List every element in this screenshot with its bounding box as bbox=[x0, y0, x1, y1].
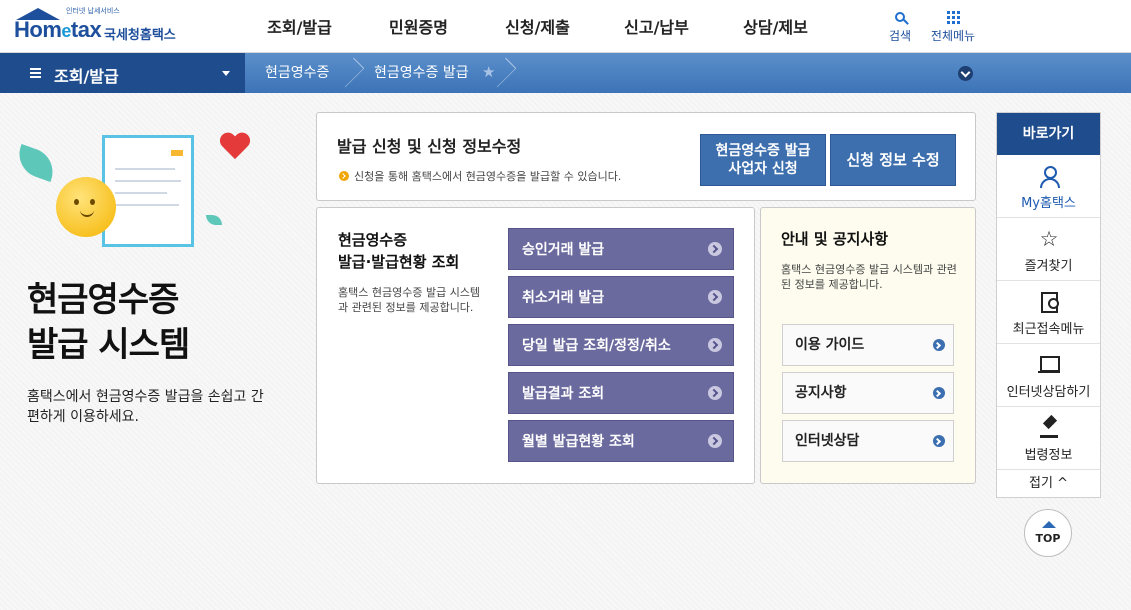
cancel-issue-button[interactable]: 취소거래 발급 bbox=[508, 276, 734, 318]
heart-decoration bbox=[220, 133, 250, 163]
issue-panel-title: 현금영수증 발급·발급현황 조회 bbox=[338, 231, 460, 271]
same-day-inquiry-button[interactable]: 당일 발급 조회/정정/취소 bbox=[508, 324, 734, 366]
recent-document-icon bbox=[1039, 292, 1059, 313]
quick-favorites-label: 즐겨찾기 bbox=[1024, 259, 1073, 274]
arrow-right-icon bbox=[708, 242, 722, 256]
search-label: 검색 bbox=[888, 29, 912, 43]
quick-my-hometax[interactable]: My홈택스 bbox=[997, 155, 1100, 218]
edit-application-button[interactable]: 신청 정보 수정 bbox=[830, 134, 956, 186]
page-title: 현금영수증 발급 시스템 bbox=[27, 280, 190, 365]
logo-subtitle: 인터넷 납세서비스 bbox=[66, 7, 120, 15]
receipt-document-image bbox=[102, 135, 194, 247]
location-bar: 조회/발급 현금영수증 현금영수증 발급 ★ bbox=[0, 53, 1131, 93]
apply-issuer-button[interactable]: 현금영수증 발급 사업자 신청 bbox=[700, 134, 826, 186]
breadcrumb-separator-icon bbox=[496, 53, 508, 93]
quick-recent-menu-label: 최근접속메뉴 bbox=[1012, 322, 1085, 337]
cancel-issue-label: 취소거래 발급 bbox=[522, 290, 605, 306]
approved-issue-button[interactable]: 승인거래 발급 bbox=[508, 228, 734, 270]
nav-consult-report[interactable]: 상담/제보 bbox=[716, 0, 835, 53]
quick-law-info[interactable]: 법령정보 bbox=[997, 407, 1100, 470]
nav-certificates[interactable]: 민원증명 bbox=[359, 0, 478, 53]
logo-korean: 국세청홈택스 bbox=[104, 28, 176, 43]
leaf-decoration bbox=[12, 143, 60, 183]
user-guide-button[interactable]: 이용 가이드 bbox=[782, 324, 954, 366]
apply-panel-note: 신청을 통해 홈택스에서 현금영수증을 발급할 수 있습니다. bbox=[339, 168, 621, 184]
nav-inquiry-issue[interactable]: 조회/발급 bbox=[240, 0, 359, 53]
page-description: 홈택스에서 현금영수증 발급을 손쉽고 간편하게 이용하세요. bbox=[27, 389, 264, 425]
arrow-right-icon bbox=[933, 435, 945, 447]
logo-wordmark: Hometax bbox=[14, 17, 102, 43]
quick-menu-title: 바로가기 bbox=[997, 113, 1100, 155]
user-guide-label: 이용 가이드 bbox=[795, 337, 865, 353]
smiley-face-image bbox=[56, 177, 116, 237]
breadcrumb-cash-receipt-issue[interactable]: 현금영수증 발급 bbox=[374, 53, 469, 93]
logo-wordmark-end: tax bbox=[70, 17, 102, 42]
all-menu-button[interactable]: 전체메뉴 bbox=[926, 7, 980, 44]
issue-panel-description: 홈택스 현금영수증 발급 시스템과 관련된 정보를 제공합니다. bbox=[338, 286, 481, 314]
quick-recent-menu[interactable]: 최근접속메뉴 bbox=[997, 281, 1100, 344]
notices-button[interactable]: 공지사항 bbox=[782, 372, 954, 414]
search-icon bbox=[895, 12, 905, 22]
logo-wordmark-e: e bbox=[61, 21, 71, 41]
expand-chevron-icon[interactable] bbox=[958, 66, 973, 81]
scroll-top-label: TOP bbox=[1035, 532, 1061, 545]
star-icon: ☆ bbox=[1039, 227, 1059, 251]
search-button[interactable]: 검색 bbox=[885, 7, 915, 44]
top-header: 인터넷 납세서비스 Hometax 국세청홈택스 조회/발급 민원증명 신청/제… bbox=[0, 0, 1131, 53]
all-menu-label: 전체메뉴 bbox=[930, 29, 976, 43]
online-consult-label: 인터넷상담 bbox=[795, 433, 860, 449]
caret-down-icon bbox=[222, 71, 230, 76]
quick-online-consult[interactable]: 인터넷상담하기 bbox=[997, 344, 1100, 407]
info-bullet-icon bbox=[339, 171, 349, 181]
arrow-right-icon bbox=[708, 290, 722, 304]
breadcrumb-separator-icon bbox=[344, 53, 356, 93]
computer-icon bbox=[1038, 355, 1060, 375]
hometax-logo[interactable]: 인터넷 납세서비스 Hometax 국세청홈택스 bbox=[14, 6, 204, 46]
quick-my-hometax-label: My홈택스 bbox=[1021, 196, 1076, 211]
apply-panel: 발급 신청 및 신청 정보수정 신청을 통해 홈택스에서 현금영수증을 발급할 … bbox=[316, 112, 976, 201]
quick-law-info-label: 법령정보 bbox=[1024, 448, 1073, 463]
arrow-right-icon bbox=[933, 387, 945, 399]
nav-apply-submit[interactable]: 신청/제출 bbox=[478, 0, 597, 53]
global-nav: 조회/발급 민원증명 신청/제출 신고/납부 상담/제보 bbox=[240, 0, 835, 53]
leaf-decoration-small bbox=[206, 215, 222, 225]
online-consult-button[interactable]: 인터넷상담 bbox=[782, 420, 954, 462]
breadcrumb-cash-receipt[interactable]: 현금영수증 bbox=[265, 53, 329, 93]
same-day-inquiry-label: 당일 발급 조회/정정/취소 bbox=[522, 338, 671, 354]
issue-result-button[interactable]: 발급결과 조회 bbox=[508, 372, 734, 414]
location-menu-label: 조회/발급 bbox=[54, 67, 119, 86]
arrow-right-icon bbox=[708, 386, 722, 400]
scroll-top-button[interactable]: TOP bbox=[1024, 509, 1072, 557]
apply-panel-note-text: 신청을 통해 홈택스에서 현금영수증을 발급할 수 있습니다. bbox=[354, 170, 622, 183]
approved-issue-label: 승인거래 발급 bbox=[522, 242, 605, 258]
arrow-right-icon bbox=[708, 434, 722, 448]
nav-report-pay[interactable]: 신고/납부 bbox=[597, 0, 716, 53]
arrow-right-icon bbox=[933, 339, 945, 351]
notice-panel-title: 안내 및 공지사항 bbox=[781, 230, 889, 248]
notice-panel: 안내 및 공지사항 홈택스 현금영수증 발급 시스템과 관련된 정보를 제공합니… bbox=[760, 207, 976, 484]
quick-online-consult-label: 인터넷상담하기 bbox=[1006, 385, 1091, 400]
arrow-up-icon bbox=[1042, 521, 1056, 528]
monthly-status-label: 월별 발급현황 조회 bbox=[522, 434, 635, 450]
receipt-illustration bbox=[10, 125, 260, 255]
notices-label: 공지사항 bbox=[795, 385, 847, 401]
arrow-right-icon bbox=[708, 338, 722, 352]
issue-result-label: 발급결과 조회 bbox=[522, 386, 605, 402]
user-icon bbox=[1039, 166, 1060, 188]
location-menu-dropdown[interactable]: 조회/발급 bbox=[0, 53, 245, 93]
quick-menu: 바로가기 My홈택스 ☆ 즐겨찾기 최근접속메뉴 인터넷상담하기 법령정보 접기… bbox=[996, 112, 1101, 498]
notice-panel-description: 홈택스 현금영수증 발급 시스템과 관련된 정보를 제공합니다. bbox=[781, 263, 957, 291]
logo-wordmark-start: Hom bbox=[14, 17, 62, 42]
fold-quick-menu-button[interactable]: 접기 ^ bbox=[997, 470, 1100, 498]
issue-panel: 현금영수증 발급·발급현황 조회 홈택스 현금영수증 발급 시스템과 관련된 정… bbox=[316, 207, 755, 484]
monthly-status-button[interactable]: 월별 발급현황 조회 bbox=[508, 420, 734, 462]
gavel-icon bbox=[1039, 418, 1059, 438]
apply-panel-title: 발급 신청 및 신청 정보수정 bbox=[337, 137, 522, 156]
hamburger-icon bbox=[30, 68, 41, 78]
grid-menu-icon bbox=[946, 10, 960, 24]
quick-favorites[interactable]: ☆ 즐겨찾기 bbox=[997, 218, 1100, 281]
